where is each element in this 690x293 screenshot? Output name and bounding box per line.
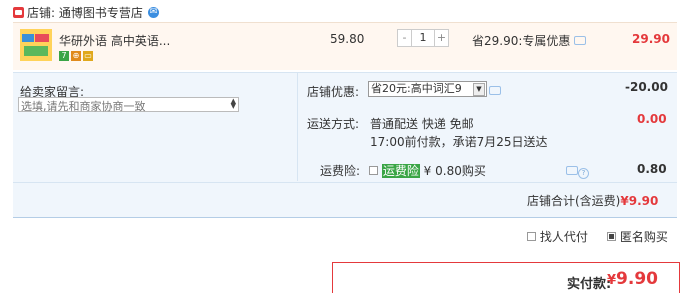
- shipping-label: 运送方式:: [307, 117, 360, 131]
- insurance-info-icons[interactable]: ?: [566, 164, 589, 179]
- proxy-pay-checkbox[interactable]: [527, 232, 536, 241]
- shop-discount-select[interactable]: 省20元:高中词汇9 ▼: [368, 81, 487, 97]
- insurance-option[interactable]: 运费险 ¥ 0.80购买: [369, 162, 486, 179]
- divider: [297, 73, 298, 181]
- insurance-label: 运费险:: [320, 164, 361, 178]
- shop-icon: [13, 7, 24, 18]
- shop-discount-label: 店铺优惠:: [307, 85, 360, 99]
- seven-day-return-icon: 7: [59, 51, 69, 61]
- discount-speech-icon[interactable]: [489, 84, 501, 98]
- increase-quantity-button[interactable]: +: [435, 30, 448, 46]
- proxy-pay-label: 找人代付: [539, 230, 588, 244]
- anonymous-label: 匿名购买: [619, 230, 668, 244]
- credit-card-icon: ▭: [83, 51, 93, 61]
- unit-price: 59.80: [330, 32, 365, 46]
- decrease-quantity-button[interactable]: -: [398, 30, 411, 46]
- shop-discount-amount: -20.00: [625, 80, 668, 94]
- seller-message-input[interactable]: 选填,请先和商家协商一致 ▲ ▼: [18, 97, 239, 113]
- actual-payment-amount: ¥9.90: [607, 269, 658, 289]
- item-total: 29.90: [632, 32, 670, 46]
- actual-payment-label: 实付款:: [567, 277, 612, 292]
- service-badges: 7 ⊕ ▭: [59, 51, 95, 65]
- insurance-checkbox[interactable]: [369, 166, 378, 175]
- quantity-stepper[interactable]: - 1 +: [397, 29, 449, 47]
- proxy-pay-option[interactable]: 找人代付: [527, 228, 588, 245]
- item-discount: 省29.90:专属优惠: [472, 32, 587, 49]
- actual-payment-value: 9.90: [616, 269, 658, 289]
- chevron-down-icon[interactable]: ▼: [473, 83, 485, 96]
- item-discount-text: 省29.90:专属优惠: [472, 34, 571, 48]
- message-placeholder: 选填,请先和商家协商一致: [21, 100, 146, 113]
- anonymous-option[interactable]: 匿名购买: [607, 228, 668, 245]
- speech-bubble-icon[interactable]: [566, 166, 578, 175]
- question-icon[interactable]: ?: [578, 168, 589, 179]
- product-title-link[interactable]: 华研外语 高中英语...: [59, 32, 170, 49]
- chat-icon[interactable]: ✉: [148, 7, 159, 18]
- anonymous-checkbox[interactable]: [607, 232, 616, 241]
- currency-symbol: ¥: [607, 273, 617, 288]
- shipping-eta: 17:00前付款，承诺7月25日送达: [370, 135, 548, 149]
- quantity-input[interactable]: 1: [411, 30, 435, 46]
- speech-bubble-icon[interactable]: [574, 36, 587, 45]
- service-guarantee-icon: ⊕: [71, 51, 81, 61]
- product-thumbnail[interactable]: [20, 29, 52, 61]
- shop-name-link[interactable]: 店铺: 通博图书专营店: [27, 4, 143, 21]
- insurance-price: ¥ 0.80购买: [423, 164, 486, 178]
- insurance-amount: 0.80: [637, 162, 667, 176]
- shipping-amount: 0.00: [637, 112, 667, 126]
- subtotal-label: 店铺合计(含运费): [527, 194, 621, 208]
- shop-subtotal: 店铺合计(含运费)¥9.90: [527, 192, 658, 209]
- resize-arrows-icon[interactable]: ▲ ▼: [231, 98, 236, 110]
- insurance-badge: 运费险: [381, 164, 420, 178]
- subtotal-value: ¥9.90: [620, 194, 659, 208]
- shop-discount-selected: 省20元:高中词汇9: [371, 82, 462, 95]
- shipping-method: 普通配送 快递 免邮: [370, 117, 474, 131]
